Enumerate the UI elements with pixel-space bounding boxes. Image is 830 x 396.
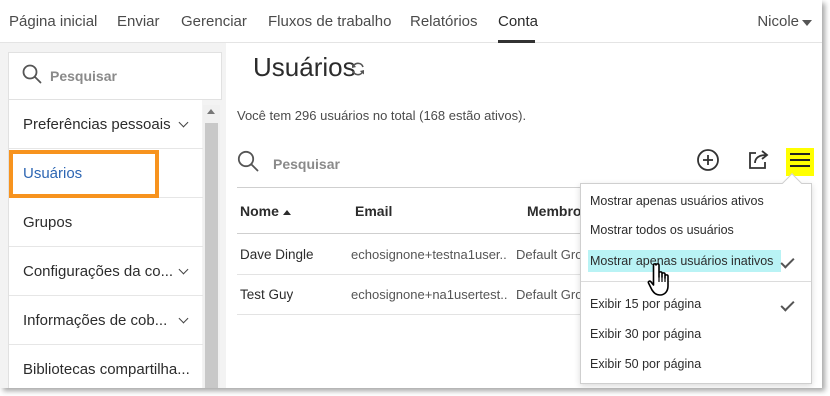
menu-item-show-15-per-page[interactable]: Exibir 15 por página	[581, 290, 811, 318]
scroll-up-arrow-icon[interactable]	[207, 109, 215, 114]
nav-send[interactable]: Enviar	[117, 13, 160, 30]
sidebar-item-label: Grupos	[23, 213, 73, 231]
row-name: Dave Dingle	[240, 247, 314, 262]
table-row[interactable]: Test Guy echosignone+na1usertest.. Defau…	[237, 275, 617, 315]
sidebar-item-label: Usuários	[23, 164, 83, 182]
top-nav: Página inicial Enviar Gerenciar Fluxos d…	[0, 0, 822, 43]
row-group: Default Gro	[516, 287, 583, 302]
scroll-thumb[interactable]	[205, 123, 218, 388]
sidebar-item-shared-libraries[interactable]: Bibliotecas compartilha...	[9, 345, 203, 388]
options-dropdown-menu: Mostrar apenas usuários ativos Mostrar t…	[580, 173, 812, 384]
menu-item-label: Mostrar apenas usuários ativos	[590, 194, 764, 208]
chevron-down-icon	[178, 313, 189, 324]
search-icon	[22, 64, 42, 89]
row-name: Test Guy	[240, 287, 294, 302]
sidebar-list: Preferências pessoais Usuários Grupos Co…	[8, 100, 203, 388]
column-header-email[interactable]: Email	[355, 203, 392, 219]
nav-account[interactable]: Conta	[498, 13, 538, 30]
nav-home[interactable]: Página inicial	[9, 13, 97, 30]
checkmark-icon	[780, 297, 795, 312]
add-user-icon	[696, 148, 720, 177]
nav-reports[interactable]: Relatórios	[410, 13, 478, 30]
nav-manage[interactable]: Gerenciar	[181, 13, 247, 30]
menu-item-show-50-per-page[interactable]: Exibir 50 por página	[581, 350, 811, 378]
sidebar-item-billing-info[interactable]: Informações de cob...	[9, 296, 203, 345]
sidebar-item-label: Configurações da co...	[23, 262, 174, 280]
menu-item-show-all-users[interactable]: Mostrar todos os usuários	[581, 216, 811, 244]
nav-workflows[interactable]: Fluxos de trabalho	[268, 13, 391, 30]
menu-divider	[581, 281, 811, 282]
main-search-placeholder: Pesquisar	[273, 155, 340, 172]
export-button[interactable]	[745, 148, 773, 176]
sort-ascending-icon	[282, 209, 291, 215]
users-table-header: Nome Email Membro	[237, 187, 617, 234]
sidebar-search[interactable]: Pesquisar	[8, 52, 222, 100]
menu-item-show-30-per-page[interactable]: Exibir 30 por página	[581, 320, 811, 348]
menu-item-label: Exibir 15 por página	[590, 297, 702, 311]
sidebar: Pesquisar Preferências pessoais Usuários…	[0, 43, 226, 388]
sidebar-item-label: Preferências pessoais	[23, 115, 171, 133]
chevron-down-icon	[178, 117, 189, 128]
add-user-button[interactable]	[694, 148, 722, 176]
checkmark-icon	[780, 254, 795, 269]
menu-item-label: Mostrar todos os usuários	[590, 223, 734, 237]
sidebar-scrollbar[interactable]	[203, 105, 220, 388]
column-header-name-label: Nome	[240, 203, 279, 219]
user-name: Nicole	[757, 13, 799, 30]
hamburger-menu-icon	[790, 152, 810, 173]
sidebar-item-users[interactable]: Usuários	[9, 149, 203, 198]
chevron-down-icon	[178, 264, 189, 275]
menu-item-label: Mostrar apenas usuários inativos	[588, 250, 782, 272]
sidebar-search-placeholder: Pesquisar	[50, 68, 117, 84]
nav-active-indicator	[498, 40, 535, 43]
table-row[interactable]: Dave Dingle echosignone+testna1user.. De…	[237, 235, 617, 275]
refresh-icon[interactable]	[350, 61, 366, 82]
chevron-down-icon	[802, 19, 812, 26]
row-group: Default Gro	[516, 247, 583, 262]
options-menu-button[interactable]	[786, 148, 814, 176]
column-header-member[interactable]: Membro	[527, 203, 581, 219]
sidebar-item-groups[interactable]: Grupos	[9, 198, 203, 247]
user-menu[interactable]: Nicole	[757, 13, 812, 30]
sidebar-item-personal-preferences[interactable]: Preferências pessoais	[9, 100, 203, 149]
search-icon	[237, 150, 259, 177]
sidebar-item-label: Bibliotecas compartilha...	[23, 360, 190, 378]
menu-item-show-active-users[interactable]: Mostrar apenas usuários ativos	[581, 187, 811, 215]
sidebar-item-label: Informações de cob...	[23, 311, 168, 329]
column-header-name[interactable]: Nome	[240, 203, 291, 219]
export-icon	[747, 148, 771, 177]
main-search[interactable]: Pesquisar	[237, 150, 340, 177]
row-email: echosignone+na1usertest..	[351, 287, 508, 302]
sidebar-item-account-settings[interactable]: Configurações da co...	[9, 247, 203, 296]
hand-cursor-icon	[647, 262, 677, 303]
page-title: Usuários	[253, 52, 356, 82]
menu-item-label: Exibir 50 por página	[590, 357, 702, 371]
menu-item-label: Exibir 30 por página	[590, 327, 702, 341]
app-window: Página inicial Enviar Gerenciar Fluxos d…	[0, 0, 822, 388]
menu-item-show-inactive-users[interactable]: Mostrar apenas usuários inativos	[581, 247, 811, 275]
users-summary: Você tem 296 usuários no total (168 estã…	[237, 108, 527, 123]
row-email: echosignone+testna1user..	[351, 247, 507, 262]
